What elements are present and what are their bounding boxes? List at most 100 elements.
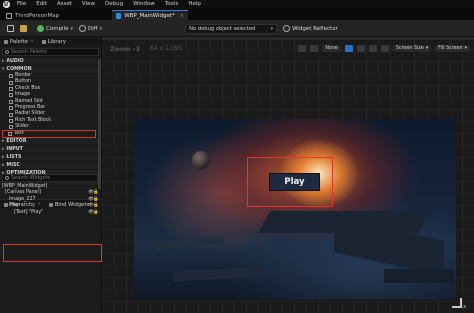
menu-debug[interactable]: Debug bbox=[100, 0, 128, 9]
folder-icon bbox=[20, 25, 27, 32]
menu-view[interactable]: View bbox=[77, 0, 100, 9]
hierarchy-highlight-box bbox=[3, 244, 102, 262]
palette-scrollbar[interactable] bbox=[98, 59, 101, 189]
image-icon bbox=[9, 93, 13, 98]
tab-label: WBP_MainWidget* bbox=[124, 13, 175, 19]
tab-third-person-map[interactable]: ThirdPersonMap bbox=[2, 10, 66, 21]
screen-size-dropdown[interactable]: Screen Size ▾ bbox=[392, 45, 432, 52]
chevron-right-icon: ▸ bbox=[2, 146, 5, 152]
save-button[interactable] bbox=[4, 23, 17, 34]
search-icon bbox=[5, 50, 9, 54]
close-icon[interactable]: × bbox=[180, 13, 184, 19]
close-icon[interactable]: × bbox=[30, 37, 34, 47]
chevron-right-icon: ▸ bbox=[2, 138, 5, 144]
unreal-logo-icon[interactable]: U bbox=[0, 0, 12, 9]
search-icon bbox=[5, 176, 9, 180]
snap-none-dropdown[interactable]: None bbox=[322, 45, 341, 52]
section-label: EDITOR bbox=[6, 138, 27, 144]
menu-file[interactable]: File bbox=[12, 0, 31, 9]
library-icon bbox=[41, 40, 46, 44]
border-icon bbox=[9, 74, 13, 79]
spaceship-shape bbox=[384, 269, 454, 283]
tab-wbp-main-widget[interactable]: WBP_MainWidget* × bbox=[112, 10, 188, 21]
section-common[interactable]: ▾ COMMON bbox=[0, 65, 101, 73]
tab-palette[interactable]: Palette × bbox=[0, 37, 38, 47]
diff-label: Diff bbox=[88, 25, 98, 32]
palette-search bbox=[2, 48, 99, 56]
progress-bar-icon bbox=[9, 106, 13, 111]
section-misc[interactable]: ▸ MISC bbox=[0, 160, 101, 169]
map-icon bbox=[6, 12, 12, 19]
button-icon bbox=[9, 80, 13, 85]
section-audio[interactable]: ▸ AUDIO bbox=[0, 57, 101, 65]
screen-size-label: Screen Size bbox=[395, 46, 424, 51]
debug-select-value: No debug object selected bbox=[189, 25, 256, 32]
menu-bar: U File Edit Asset View Debug Window Tool… bbox=[0, 0, 474, 9]
localization-icon[interactable] bbox=[368, 45, 377, 52]
fill-screen-dropdown[interactable]: Fill Screen ▾ bbox=[435, 45, 470, 52]
widget-reflector-label: Widget Reflector bbox=[292, 25, 338, 32]
section-input[interactable]: ▸ INPUT bbox=[0, 144, 101, 153]
lock-icon[interactable]: 🔒 bbox=[93, 210, 99, 216]
radial-slider-icon bbox=[9, 112, 13, 117]
designer-view-options: None Screen Size ▾ Fill Screen ▾ bbox=[298, 45, 470, 52]
tree-row-label: [Text] "Play" bbox=[14, 209, 44, 215]
slider-icon bbox=[9, 125, 13, 130]
grid-toggle-icon[interactable] bbox=[344, 45, 353, 52]
select-tool-icon[interactable] bbox=[298, 45, 307, 52]
spaceship-shape bbox=[173, 266, 265, 282]
named-slot-icon bbox=[9, 99, 13, 104]
compile-label: Compile bbox=[46, 25, 69, 32]
hierarchy-search bbox=[2, 174, 98, 182]
text-icon bbox=[8, 131, 12, 136]
rich-text-icon bbox=[9, 118, 13, 123]
compile-button[interactable]: Compile ▾ bbox=[34, 23, 76, 34]
hand-tool-icon[interactable] bbox=[310, 45, 319, 52]
section-label: AUDIO bbox=[6, 59, 24, 64]
menu-help[interactable]: Help bbox=[183, 0, 206, 9]
fill-screen-label: Fill Screen bbox=[438, 46, 463, 51]
palette-tab-bar: Palette × Library bbox=[0, 37, 101, 47]
library-tab-label: Library bbox=[47, 39, 66, 45]
outline-toggle-icon[interactable] bbox=[356, 45, 365, 52]
menu-edit[interactable]: Edit bbox=[31, 0, 52, 9]
palette-tab-label: Palette bbox=[10, 39, 28, 45]
chevron-down-icon: ▾ bbox=[99, 25, 103, 32]
resolution-readout: 64 x 1,095 bbox=[150, 45, 183, 52]
section-label: MISC bbox=[6, 162, 20, 168]
chevron-right-icon: ▸ bbox=[2, 154, 5, 160]
document-tab-bar: ThirdPersonMap WBP_MainWidget* × bbox=[0, 9, 474, 21]
chevron-right-icon: ▸ bbox=[2, 59, 5, 64]
dpi-icon[interactable] bbox=[380, 45, 389, 52]
chevron-down-icon: ▾ bbox=[464, 46, 467, 51]
chevron-down-icon: ▾ bbox=[425, 46, 429, 51]
tree-row-text-play[interactable]: [Text] "Play" 👁 🔒 bbox=[0, 210, 102, 216]
top-ruler bbox=[102, 37, 474, 40]
diff-icon bbox=[79, 25, 87, 32]
widget-reflector-button[interactable]: Widget Reflector bbox=[283, 24, 338, 34]
diff-button[interactable]: Diff ▾ bbox=[76, 23, 105, 34]
section-lists[interactable]: ▸ LISTS bbox=[0, 152, 101, 161]
tab-library[interactable]: Library bbox=[38, 37, 70, 47]
menu-tools[interactable]: Tools bbox=[160, 0, 184, 9]
compile-icon bbox=[37, 25, 44, 32]
widget-blueprint-icon bbox=[116, 13, 122, 19]
browse-button[interactable] bbox=[17, 23, 30, 34]
chevron-down-icon: ▾ bbox=[270, 25, 274, 32]
save-icon bbox=[7, 25, 14, 32]
hierarchy-search-input[interactable] bbox=[11, 174, 91, 182]
palette-search-input[interactable] bbox=[11, 48, 91, 56]
section-editor[interactable]: ▸ EDITOR bbox=[0, 136, 101, 145]
zoom-level: Zoom -3 bbox=[110, 45, 140, 53]
debug-object-select[interactable]: No debug object selected ▾ bbox=[185, 23, 278, 34]
hierarchy-tree: [WBP_MainWidget] [Canvas Panel] 👁 🔒 Imag… bbox=[0, 184, 102, 216]
background-image[interactable] bbox=[134, 119, 456, 299]
chevron-down-icon: ▾ bbox=[2, 67, 5, 72]
planet-shape bbox=[192, 151, 210, 169]
reflector-icon bbox=[283, 25, 291, 32]
dpi-scale-label: 1x bbox=[460, 304, 467, 310]
play-button[interactable]: Play bbox=[269, 173, 320, 191]
menu-asset[interactable]: Asset bbox=[52, 0, 77, 9]
snap-none-label: None bbox=[325, 46, 338, 51]
menu-window[interactable]: Window bbox=[128, 0, 160, 9]
